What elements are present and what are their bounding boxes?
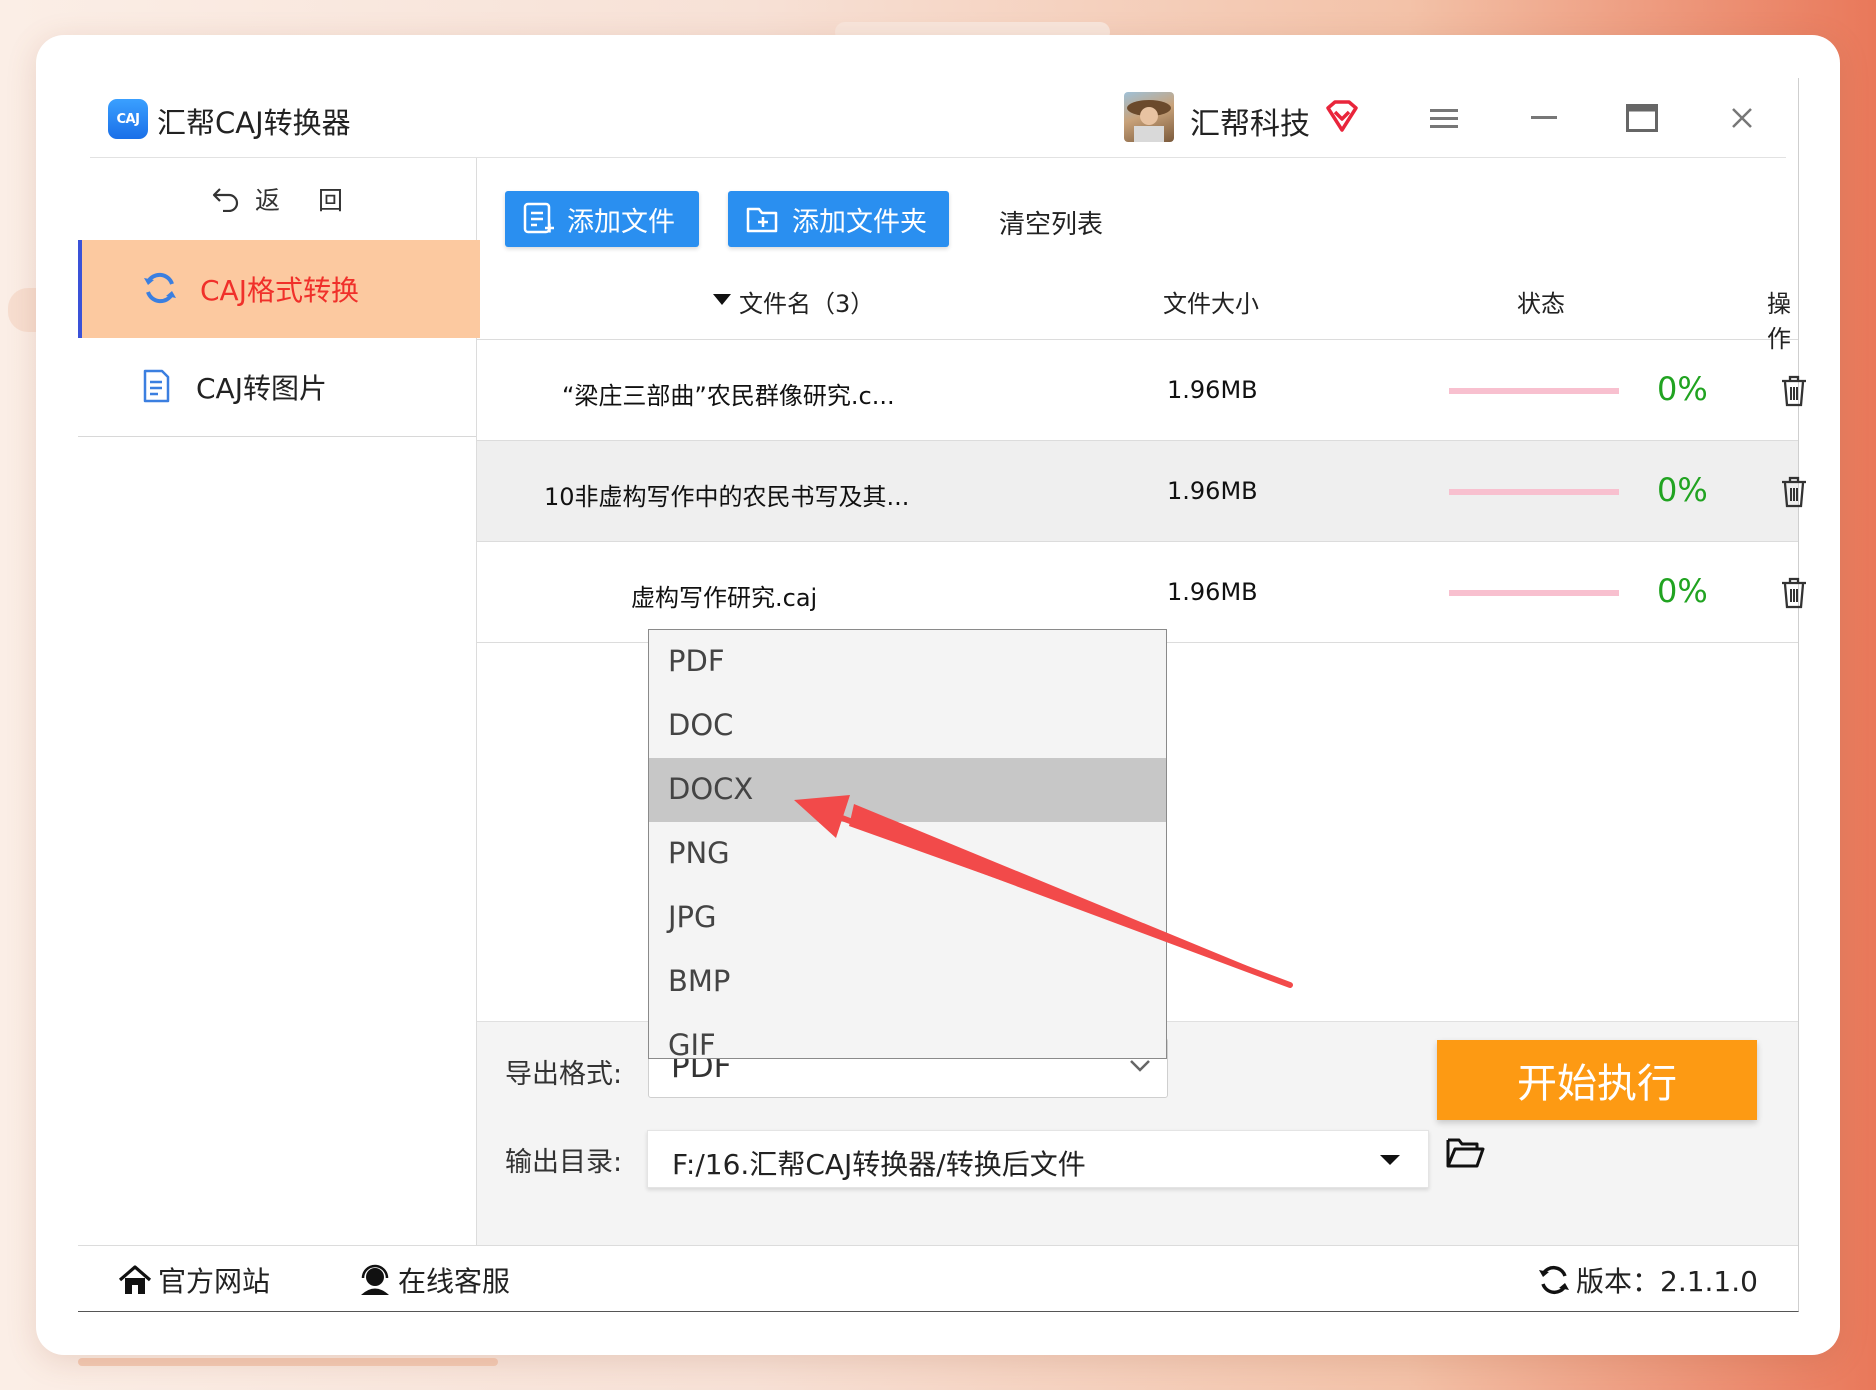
format-option-png[interactable]: PNG bbox=[649, 822, 1166, 886]
refresh-icon bbox=[144, 272, 176, 304]
title-bar: CAJ 汇帮CAJ转换器 汇帮科技 bbox=[78, 78, 1798, 158]
background-decoration bbox=[78, 1358, 498, 1366]
output-dir-value: F:/16.汇帮CAJ转换器/转换后文件 bbox=[672, 1148, 1086, 1181]
caret-down-icon bbox=[1380, 1155, 1400, 1165]
online-support-label: 在线客服 bbox=[398, 1265, 511, 1298]
add-file-label: 添加文件 bbox=[567, 206, 675, 238]
table-row[interactable]: 10非虚构写作中的农民书写及其... 1.96MB 0% bbox=[477, 441, 1806, 542]
format-option-bmp[interactable]: BMP bbox=[649, 950, 1166, 1014]
format-option-label: GIF bbox=[668, 1028, 716, 1062]
table-header: 文件名（3） 文件大小 状态 操作 bbox=[477, 254, 1798, 353]
version-label: 版本：2.1.1.0 bbox=[1576, 1265, 1758, 1298]
export-format-label: 导出格式: bbox=[505, 1059, 623, 1090]
app-window: CAJ 汇帮CAJ转换器 汇帮科技 返 回 CAJ格式转换 CAJ转图片 添加文… bbox=[78, 78, 1806, 1312]
format-option-jpg[interactable]: JPG bbox=[649, 886, 1166, 950]
column-header-name[interactable]: 文件名（3） bbox=[739, 284, 874, 319]
progress-percent: 0% bbox=[1657, 471, 1708, 509]
back-arrow-icon bbox=[212, 188, 239, 212]
add-folder-button[interactable]: 添加文件夹 bbox=[728, 191, 949, 247]
output-dir-select[interactable]: F:/16.汇帮CAJ转换器/转换后文件 bbox=[647, 1130, 1429, 1188]
trash-icon[interactable] bbox=[1779, 374, 1809, 408]
add-file-button[interactable]: 添加文件 bbox=[505, 191, 699, 247]
open-folder-icon[interactable] bbox=[1445, 1135, 1485, 1171]
output-dir-label: 输出目录: bbox=[505, 1147, 623, 1178]
format-option-doc[interactable]: DOC bbox=[649, 694, 1166, 758]
minimize-icon[interactable] bbox=[1524, 98, 1564, 138]
export-format-dropdown: PDF DOC DOCX PNG JPG BMP GIF bbox=[648, 629, 1167, 1062]
table-row[interactable]: “梁庄三部曲”农民群像研究.c... 1.96MB 0% bbox=[477, 340, 1806, 441]
format-option-label: JPG bbox=[668, 900, 717, 934]
footer-bar: 官方网站 在线客服 版本：2.1.1.0 bbox=[78, 1245, 1798, 1312]
back-label-2: 回 bbox=[318, 186, 344, 215]
online-support-link[interactable]: 在线客服 bbox=[358, 1260, 510, 1300]
progress-bar bbox=[1449, 590, 1619, 596]
sidebar-item-label: CAJ转图片 bbox=[196, 372, 327, 405]
customer-service-icon bbox=[361, 1264, 389, 1295]
file-size: 1.96MB bbox=[1167, 376, 1258, 404]
table-row[interactable]: 虚构写作研究.caj 1.96MB 0% bbox=[477, 542, 1806, 643]
user-avatar[interactable] bbox=[1124, 92, 1174, 142]
vip-diamond-icon[interactable] bbox=[1324, 98, 1360, 134]
format-option-label: BMP bbox=[668, 964, 731, 998]
format-option-label: DOC bbox=[668, 708, 734, 742]
progress-bar bbox=[1449, 388, 1619, 394]
home-icon bbox=[118, 1265, 152, 1294]
official-website-link[interactable]: 官方网站 bbox=[118, 1260, 270, 1300]
file-size: 1.96MB bbox=[1167, 477, 1258, 505]
menu-icon[interactable] bbox=[1424, 98, 1464, 138]
official-website-label: 官方网站 bbox=[158, 1265, 271, 1298]
app-logo-icon: CAJ bbox=[108, 99, 148, 139]
sidebar-item-caj-format-convert[interactable]: CAJ格式转换 bbox=[78, 240, 480, 338]
file-name: 10非虚构写作中的农民书写及其... bbox=[544, 483, 910, 511]
format-option-label: PNG bbox=[668, 836, 730, 870]
sidebar: 返 回 CAJ格式转换 CAJ转图片 bbox=[78, 158, 480, 1245]
file-name: 虚构写作研究.caj bbox=[631, 584, 818, 612]
file-size: 1.96MB bbox=[1167, 578, 1258, 606]
back-label-1: 返 bbox=[254, 186, 280, 215]
column-header-status: 状态 bbox=[1517, 290, 1565, 318]
format-option-label: PDF bbox=[668, 644, 725, 678]
add-folder-label: 添加文件夹 bbox=[792, 206, 927, 238]
back-button[interactable]: 返 回 bbox=[78, 158, 476, 241]
refresh-icon bbox=[1539, 1265, 1569, 1295]
version-check[interactable]: 版本：2.1.1.0 bbox=[1538, 1260, 1758, 1300]
app-logo-text: CAJ bbox=[116, 111, 140, 127]
trash-icon[interactable] bbox=[1779, 576, 1809, 610]
progress-percent: 0% bbox=[1657, 370, 1708, 408]
maximize-icon[interactable] bbox=[1622, 98, 1662, 138]
format-option-docx[interactable]: DOCX bbox=[649, 758, 1166, 822]
user-name[interactable]: 汇帮科技 bbox=[1190, 99, 1310, 143]
progress-percent: 0% bbox=[1657, 572, 1708, 610]
progress-bar bbox=[1449, 489, 1619, 495]
start-button[interactable]: 开始执行 bbox=[1437, 1040, 1757, 1120]
column-header-size: 文件大小 bbox=[1163, 290, 1259, 318]
sidebar-item-label: CAJ格式转换 bbox=[200, 274, 359, 307]
trash-icon[interactable] bbox=[1779, 475, 1809, 509]
format-option-label: DOCX bbox=[668, 772, 754, 806]
sort-caret-icon[interactable] bbox=[713, 294, 731, 306]
add-folder-icon bbox=[746, 207, 778, 233]
clear-list-button[interactable]: 清空列表 bbox=[999, 204, 1103, 241]
format-option-pdf[interactable]: PDF bbox=[649, 630, 1166, 694]
file-name: “梁庄三部曲”农民群像研究.c... bbox=[562, 382, 895, 410]
document-icon bbox=[143, 369, 170, 403]
format-option-gif[interactable]: GIF bbox=[649, 1014, 1166, 1078]
add-file-icon bbox=[523, 202, 554, 234]
sidebar-item-caj-to-image[interactable]: CAJ转图片 bbox=[78, 338, 476, 437]
app-title: 汇帮CAJ转换器 bbox=[157, 106, 351, 140]
close-icon[interactable] bbox=[1722, 98, 1762, 138]
